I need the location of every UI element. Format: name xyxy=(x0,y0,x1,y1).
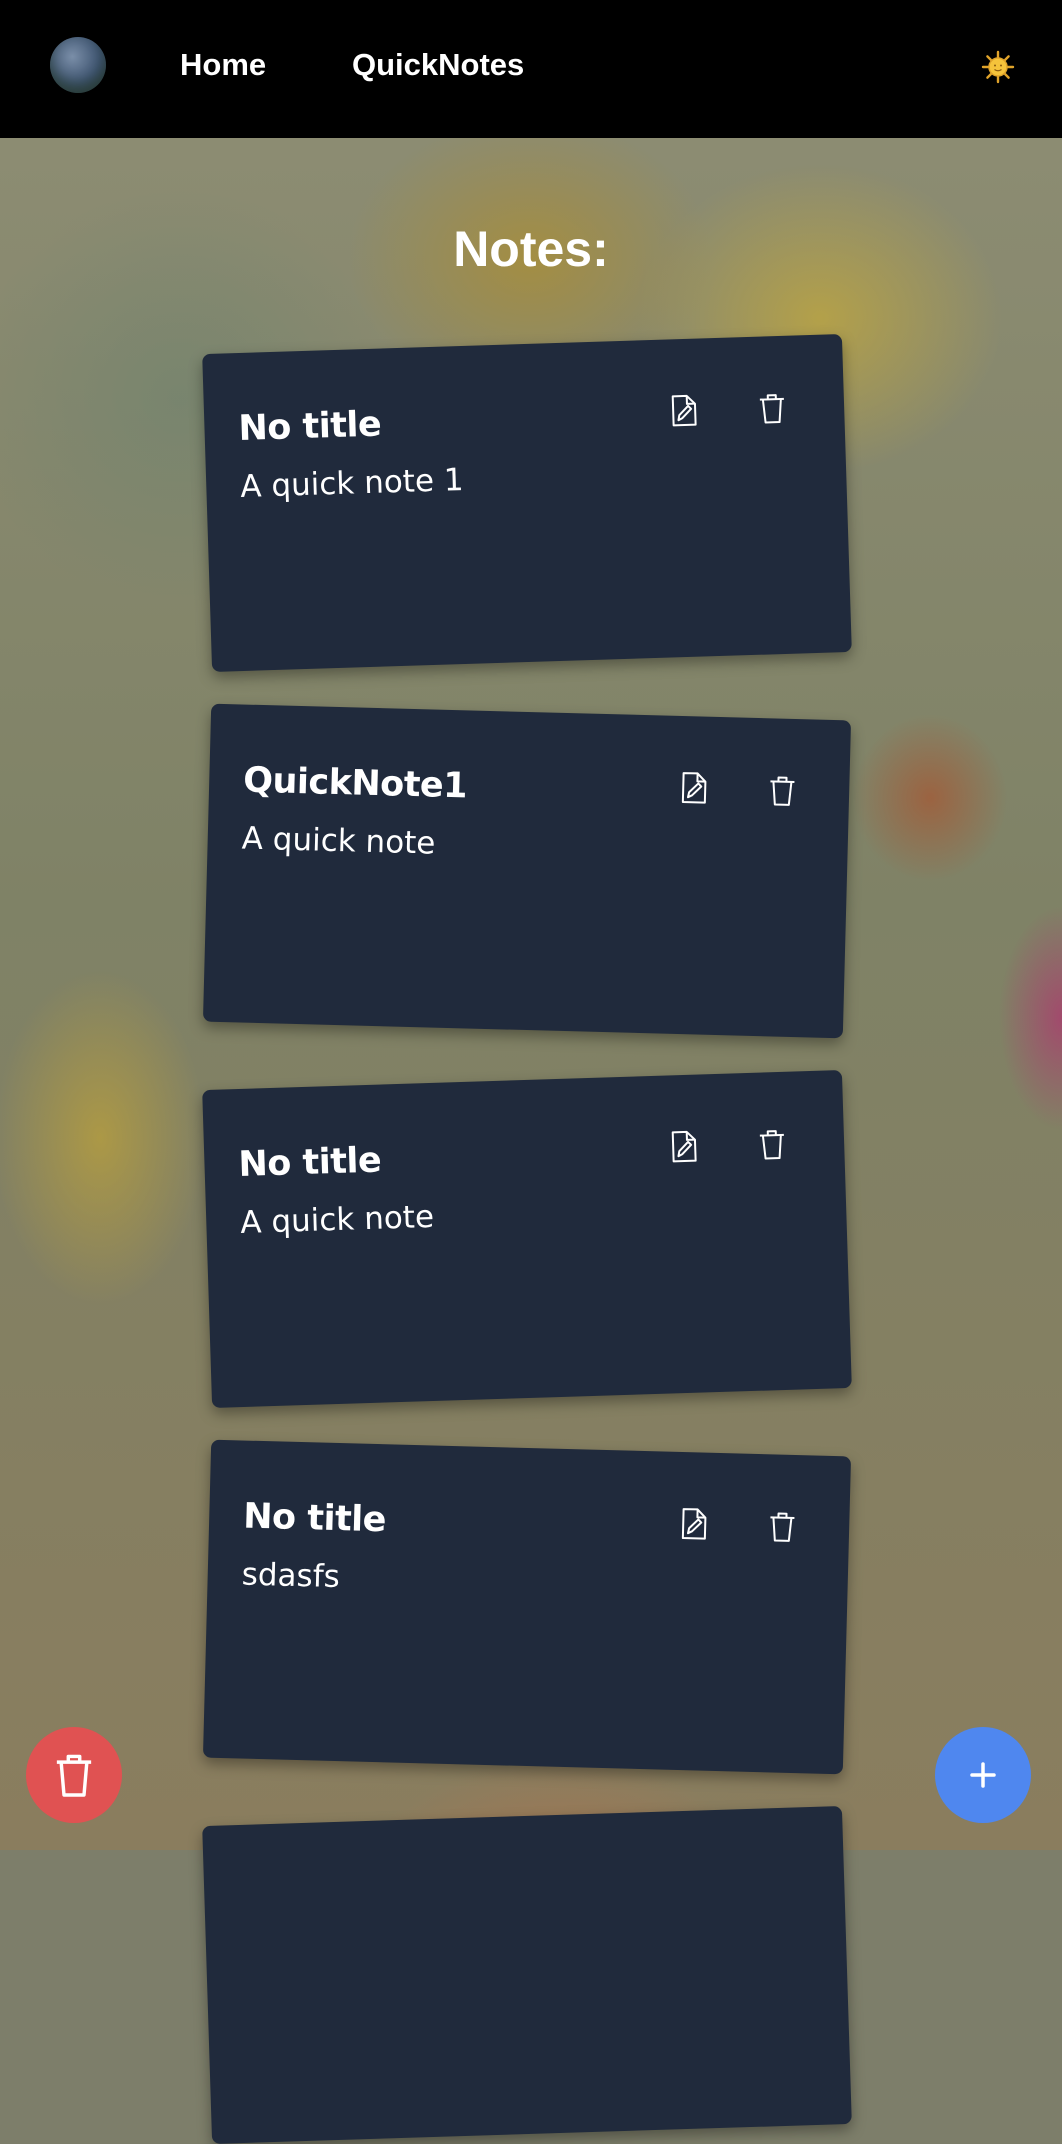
edit-note-button[interactable] xyxy=(674,768,715,809)
delete-note-button[interactable] xyxy=(752,388,793,429)
trash-icon xyxy=(770,776,795,806)
delete-note-button[interactable] xyxy=(752,1124,793,1165)
note-card[interactable]: No title A quick note 1 xyxy=(202,334,852,672)
trash-icon xyxy=(770,1512,795,1542)
sun-icon xyxy=(981,50,1015,84)
page-title: Notes: xyxy=(453,221,609,277)
trash-icon xyxy=(56,1754,92,1797)
note-card[interactable]: No title sdasfs xyxy=(202,1439,852,1775)
avatar[interactable] xyxy=(50,37,106,93)
note-title: No title xyxy=(237,404,382,450)
trash-icon xyxy=(759,394,784,424)
edit-file-icon xyxy=(681,1508,707,1540)
edit-note-button[interactable] xyxy=(674,1504,715,1545)
add-note-button[interactable] xyxy=(935,1727,1031,1823)
edit-note-button[interactable] xyxy=(664,1126,705,1167)
trash-icon xyxy=(759,1130,784,1160)
edit-file-icon xyxy=(671,394,697,427)
edit-file-icon xyxy=(681,772,707,804)
nav-link-quicknotes[interactable]: QuickNotes xyxy=(352,46,524,84)
note-card[interactable]: No title A quick note xyxy=(202,1070,852,1408)
delete-note-button[interactable] xyxy=(762,770,803,811)
note-body: A quick note xyxy=(241,820,436,862)
delete-all-notes-button[interactable] xyxy=(26,1727,122,1823)
edit-note-button[interactable] xyxy=(664,390,705,431)
note-body: sdasfs xyxy=(241,1556,341,1596)
nav-link-home[interactable]: Home xyxy=(180,46,266,84)
note-title: No title xyxy=(242,1496,387,1541)
note-card[interactable]: QuickNote1 A quick note xyxy=(202,703,852,1039)
delete-note-button[interactable] xyxy=(762,1506,803,1547)
note-body: A quick note 1 xyxy=(239,461,465,505)
note-title: QuickNote1 xyxy=(242,760,468,807)
note-title: No title xyxy=(237,1140,382,1186)
edit-file-icon xyxy=(671,1130,697,1163)
note-card[interactable] xyxy=(202,1806,852,2144)
note-body: A quick note xyxy=(239,1198,435,1241)
theme-toggle-button[interactable] xyxy=(978,47,1018,87)
navbar: Home QuickNotes xyxy=(0,0,1062,138)
plus-icon xyxy=(970,1762,996,1788)
